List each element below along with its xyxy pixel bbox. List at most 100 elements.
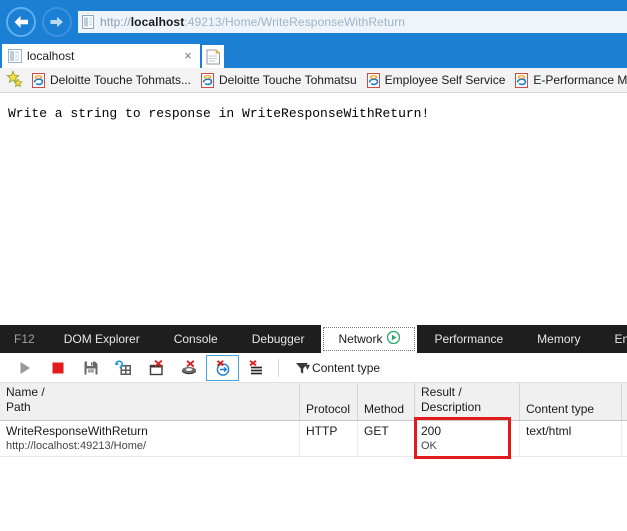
favorite-item-label: Employee Self Service — [384, 73, 506, 87]
page-favicon-icon — [8, 49, 22, 63]
clear-on-navigate-button[interactable] — [140, 355, 173, 381]
clear-cache-button[interactable] — [173, 355, 206, 381]
start-profiling-button[interactable] — [8, 355, 41, 381]
devtools-tabbar: F12 DOM Explorer Console Debugger Networ… — [0, 325, 627, 353]
tab-performance[interactable]: Performance — [417, 325, 520, 353]
column-header-method[interactable]: Method — [358, 383, 415, 420]
ie-page-icon — [32, 72, 46, 88]
network-toolbar: ▾ Content type — [0, 353, 627, 383]
table-row[interactable]: WriteResponseWithReturn http://localhost… — [0, 421, 627, 457]
navigation-row: http://localhost:49213/Home/WriteRespons… — [0, 0, 627, 42]
tab-label: Console — [173, 332, 218, 346]
browser-chrome: http://localhost:49213/Home/WriteRespons… — [0, 0, 627, 68]
tab-memory[interactable]: Memory — [520, 325, 597, 353]
forward-button[interactable] — [42, 7, 72, 37]
cell-result: 200 OK — [415, 421, 520, 456]
column-header-line1: Result / — [421, 385, 462, 399]
clear-cookies-icon — [216, 359, 230, 376]
favorites-bar: Deloitte Touche Tohmats... Deloitte Touc… — [0, 68, 627, 93]
tab-label: Emu — [614, 332, 627, 346]
stop-square-icon — [52, 362, 63, 373]
address-rest: :49213/Home/WriteResponseWithReturn — [184, 15, 406, 29]
clear-cookies-button[interactable] — [206, 354, 239, 381]
favorite-item-label: Deloitte Touche Tohmatsu — [218, 73, 357, 87]
tab-strip: localhost × — [0, 42, 627, 68]
tab-dom-explorer[interactable]: DOM Explorer — [47, 325, 157, 353]
address-bar-text: http://localhost:49213/Home/WriteRespons… — [98, 15, 405, 29]
play-icon — [20, 361, 30, 374]
ie-page-icon — [200, 72, 215, 88]
clear-list-button[interactable] — [239, 355, 272, 381]
new-tab-button[interactable] — [202, 45, 224, 68]
favorites-star-icon[interactable] — [6, 70, 26, 90]
browser-window: http://localhost:49213/Home/WriteRespons… — [0, 0, 627, 531]
ie-page-glyph-icon — [32, 72, 45, 88]
tab-localhost[interactable]: localhost × — [2, 44, 200, 68]
star-glyph-icon — [6, 70, 23, 88]
column-header-result[interactable]: Result / Description — [415, 383, 520, 420]
address-scheme: http:// — [100, 15, 131, 29]
tab-label: Network — [338, 332, 383, 346]
devtools-f12-label: F12 — [14, 332, 35, 346]
forward-arrow-icon — [50, 16, 63, 28]
clear-session-button[interactable] — [107, 355, 140, 381]
column-header-content-type[interactable]: Content type — [520, 383, 622, 420]
network-table: Name / Path Protocol Method Result / Des… — [0, 383, 627, 529]
ie-page-glyph-icon — [515, 72, 529, 88]
tab-emulation[interactable]: Emu — [598, 325, 627, 353]
tab-title: localhost — [27, 49, 75, 63]
tab-label: Memory — [537, 332, 581, 346]
column-header-line1: Content type — [526, 402, 595, 416]
column-header-line1: Method — [364, 402, 405, 416]
status-description: OK — [421, 440, 437, 452]
cell-protocol: HTTP — [300, 421, 358, 456]
favorite-item-2[interactable]: Employee Self Service — [365, 72, 514, 88]
clear-cache-icon — [182, 359, 196, 374]
ie-page-icon — [366, 72, 381, 88]
export-as-har-button[interactable] — [74, 355, 107, 381]
toolbar-separator — [278, 358, 279, 377]
column-header-protocol[interactable]: Protocol — [300, 383, 358, 420]
page-body-text: Write a string to response in WriteRespo… — [8, 106, 430, 121]
new-tab-icon — [206, 48, 220, 64]
favorite-item-label: Deloitte Touche Tohmats... — [50, 73, 191, 87]
request-content-type: text/html — [526, 424, 572, 438]
column-header-extra[interactable] — [622, 383, 627, 420]
address-host: localhost — [130, 15, 185, 29]
network-table-empty-area — [0, 457, 627, 529]
stop-profiling-button[interactable] — [41, 355, 74, 381]
back-button[interactable] — [6, 7, 36, 37]
tab-network[interactable]: Network — [321, 325, 418, 353]
tab-close-icon[interactable]: × — [180, 48, 196, 64]
tab-debugger[interactable]: Debugger — [235, 325, 322, 353]
request-name: WriteResponseWithReturn — [6, 424, 148, 438]
clear-entries-icon — [115, 359, 131, 375]
tab-label: Performance — [434, 332, 504, 346]
favicon-glyph-icon — [8, 49, 22, 63]
column-header-line2: Description — [421, 400, 482, 414]
chevron-down-icon[interactable]: ▾ — [305, 362, 310, 373]
play-circle-glyph-icon — [387, 330, 401, 345]
devtools-panel: F12 DOM Explorer Console Debugger Networ… — [0, 325, 627, 531]
play-circle-icon[interactable] — [387, 330, 401, 347]
clear-window-icon — [149, 359, 163, 375]
request-protocol: HTTP — [306, 424, 338, 438]
tab-console[interactable]: Console — [157, 325, 235, 353]
favorite-item-1[interactable]: Deloitte Touche Tohmatsu — [199, 72, 365, 88]
column-header-line1: Name / — [6, 385, 45, 399]
page-icon — [78, 11, 98, 33]
ie-page-glyph-icon — [200, 72, 214, 88]
cell-content-type: text/html — [520, 421, 622, 456]
cell-method: GET — [358, 421, 415, 456]
favorite-item-3[interactable]: E-Performance M — [513, 72, 627, 88]
page-viewport: Write a string to response in WriteRespo… — [0, 94, 627, 325]
ie-page-glyph-icon — [366, 72, 380, 88]
address-bar[interactable]: http://localhost:49213/Home/WriteRespons… — [78, 11, 627, 33]
column-header-line2: Path — [6, 400, 31, 414]
back-arrow-icon — [14, 16, 28, 28]
favorite-item-0[interactable]: Deloitte Touche Tohmats... — [30, 72, 199, 88]
column-header-name[interactable]: Name / Path — [0, 383, 300, 420]
request-path: http://localhost:49213/Home/ — [6, 440, 147, 452]
content-type-filter-label: Content type — [312, 360, 381, 375]
column-header-line1: Protocol — [306, 402, 351, 416]
